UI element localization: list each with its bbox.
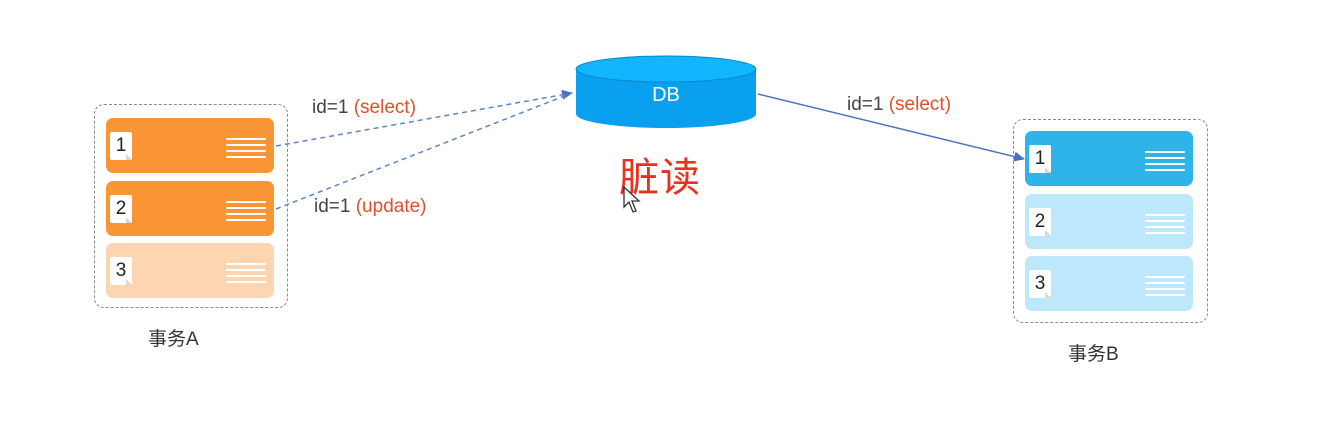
transaction-a-row-1: 1 xyxy=(106,118,274,173)
edge-op: (select) xyxy=(353,97,417,118)
row-number: 1 xyxy=(1029,144,1051,173)
db-node: DB xyxy=(574,54,758,130)
edge-prefix: id=1 xyxy=(847,94,889,115)
edge-a-select-label: id=1 (select) xyxy=(312,97,416,119)
row-lines-icon xyxy=(1145,212,1185,234)
row-lines-icon xyxy=(1145,149,1185,171)
row-number: 3 xyxy=(1029,269,1051,298)
edge-a-update-label: id=1 (update) xyxy=(314,196,427,218)
row-lines-icon xyxy=(226,261,266,283)
transaction-b-label: 事务B xyxy=(1068,344,1119,365)
transaction-a-row-3: 3 xyxy=(106,243,274,298)
transaction-b-row-2: 2 xyxy=(1025,194,1193,249)
row-number: 2 xyxy=(1029,207,1051,236)
transaction-b-row-1: 1 xyxy=(1025,131,1193,186)
edge-prefix: id=1 xyxy=(312,97,354,118)
row-number: 2 xyxy=(110,194,132,223)
edge-op: (update) xyxy=(355,196,427,217)
row-lines-icon xyxy=(226,136,266,158)
db-label: DB xyxy=(652,84,680,106)
mouse-cursor-icon xyxy=(623,186,641,213)
transaction-a-row-2: 2 xyxy=(106,181,274,236)
edge-op: (select) xyxy=(888,94,952,115)
edge-prefix: id=1 xyxy=(314,196,356,217)
edge-b-select-label: id=1 (select) xyxy=(847,94,951,116)
row-lines-icon xyxy=(226,199,266,221)
diagram-canvas: 1 2 3 事务A DB 脏读 id=1 (select) id=1 (upda… xyxy=(0,0,1326,425)
transaction-a-label: 事务A xyxy=(148,329,199,350)
row-number: 3 xyxy=(110,256,132,285)
transaction-b-row-3: 3 xyxy=(1025,256,1193,311)
row-lines-icon xyxy=(1145,274,1185,296)
row-number: 1 xyxy=(110,131,132,160)
